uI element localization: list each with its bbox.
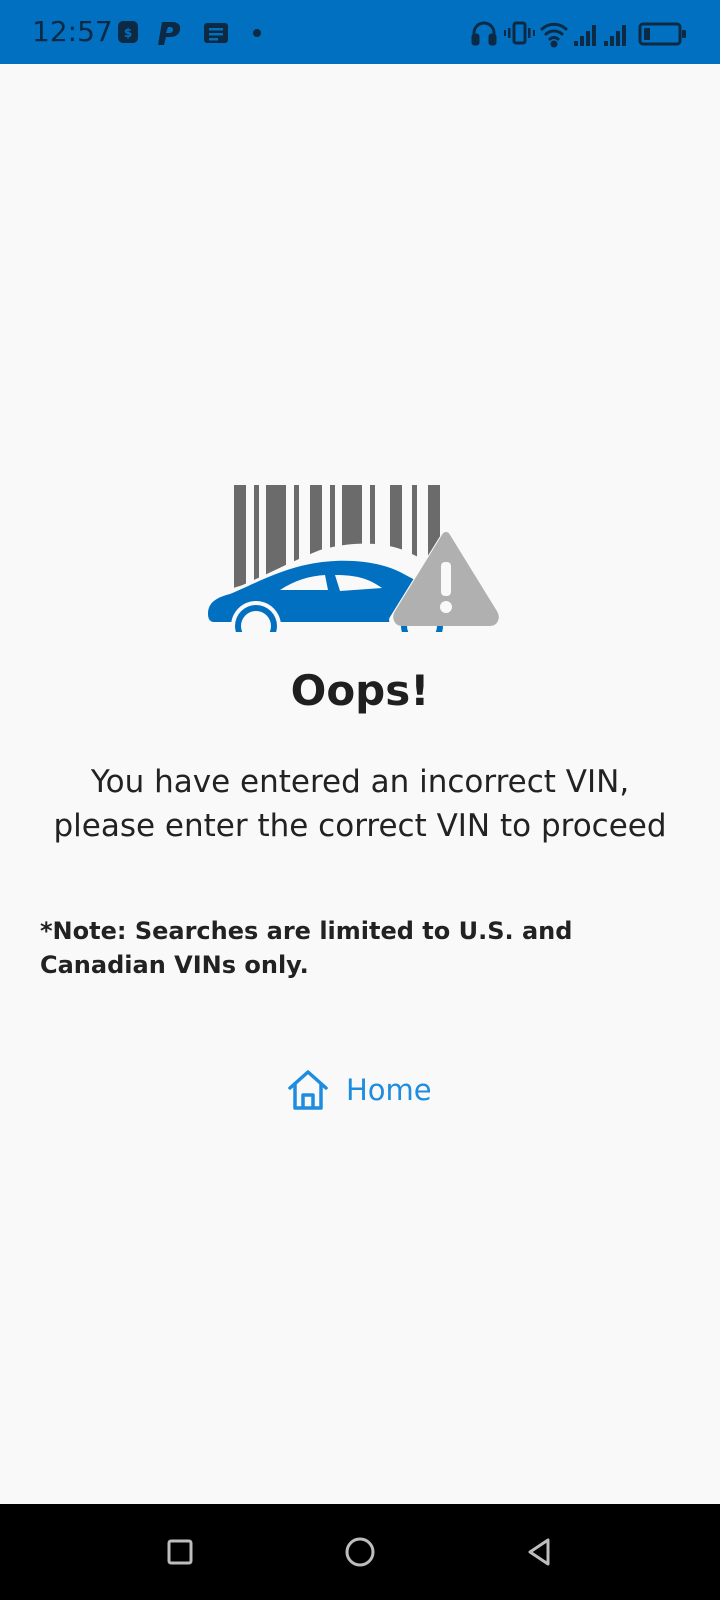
- vin-note: *Note: Searches are limited to U.S. and …: [40, 917, 573, 979]
- invalid-vin-illustration: [208, 485, 501, 632]
- message-icon: [204, 23, 228, 43]
- vibrate-icon: [504, 21, 535, 45]
- system-home-button[interactable]: [336, 1528, 384, 1576]
- home-circle-icon: [345, 1537, 375, 1567]
- status-right-icons: [471, 21, 686, 48]
- status-left-icons: $: [118, 21, 261, 45]
- error-title: Oops!: [290, 666, 430, 715]
- wifi-icon: [540, 22, 568, 48]
- battery-icon: [638, 22, 686, 46]
- paypal-icon: [158, 22, 181, 45]
- shield-app-icon: $: [118, 21, 138, 43]
- status-time: 12:57: [32, 15, 113, 48]
- back-icon: [528, 1538, 550, 1566]
- signal-icon: [574, 25, 596, 46]
- headphones-icon: [471, 21, 497, 46]
- recents-icon: [167, 1539, 193, 1565]
- home-button[interactable]: Home: [286, 1066, 432, 1114]
- notification-dot-icon: [253, 29, 261, 37]
- home-label: Home: [346, 1073, 432, 1107]
- recents-button[interactable]: [156, 1528, 204, 1576]
- status-bar: 12:57 $: [0, 0, 720, 64]
- system-nav-bar: [0, 1504, 720, 1600]
- svg-text:$: $: [124, 26, 132, 40]
- error-message: You have entered an incorrect VIN, pleas…: [53, 764, 667, 844]
- home-icon: [288, 1070, 328, 1110]
- signal-icon: [604, 25, 626, 46]
- back-button[interactable]: [516, 1528, 564, 1576]
